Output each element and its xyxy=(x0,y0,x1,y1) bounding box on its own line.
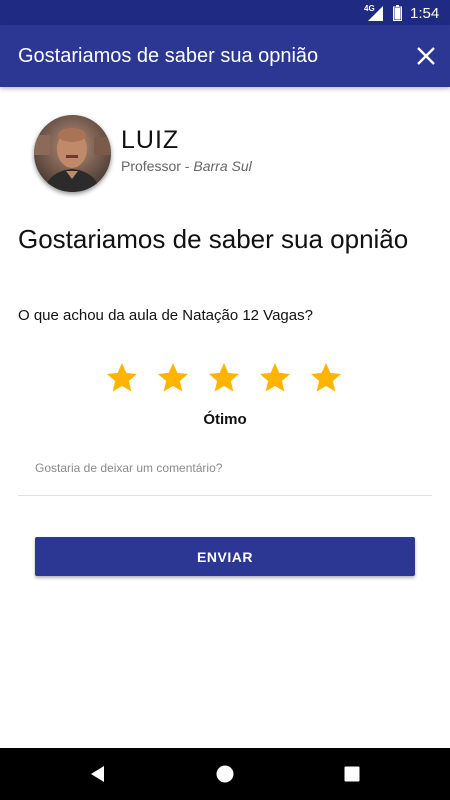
send-button[interactable]: ENVIAR xyxy=(35,537,415,576)
app-bar-title: Gostariamos de saber sua opnião xyxy=(18,45,319,67)
star-icon-4[interactable] xyxy=(257,360,293,396)
avatar-photo xyxy=(34,115,111,192)
rating-label: Ótimo xyxy=(203,411,247,428)
star-icon-2[interactable] xyxy=(155,360,191,396)
avatar xyxy=(34,115,111,192)
star-icon-5[interactable] xyxy=(308,360,344,396)
star-rating[interactable] xyxy=(104,360,344,396)
page-heading: Gostariamos de saber sua opnião xyxy=(18,224,409,254)
subtitle-separator: - xyxy=(180,158,194,174)
battery-icon xyxy=(393,5,402,21)
professor-role: Professor xyxy=(121,158,181,174)
system-nav-bar xyxy=(0,748,450,800)
status-bar: 4G 1:54 xyxy=(0,0,450,25)
professor-location: Barra Sul xyxy=(193,158,252,174)
professor-subtitle: Professor - Barra Sul xyxy=(121,158,252,174)
close-button[interactable] xyxy=(410,40,442,72)
back-icon[interactable] xyxy=(88,764,108,784)
clock: 1:54 xyxy=(410,5,440,22)
comment-input[interactable] xyxy=(18,440,432,496)
app-bar: Gostariamos de saber sua opnião xyxy=(0,25,450,87)
close-icon xyxy=(417,47,435,65)
star-icon-3[interactable] xyxy=(206,360,242,396)
star-icon-1[interactable] xyxy=(104,360,140,396)
professor-name: LUIZ xyxy=(121,126,180,154)
recents-icon[interactable] xyxy=(342,764,362,784)
home-icon[interactable] xyxy=(215,764,235,784)
signal-icon xyxy=(368,6,383,21)
rating-question: O que achou da aula de Natação 12 Vagas? xyxy=(18,307,313,324)
